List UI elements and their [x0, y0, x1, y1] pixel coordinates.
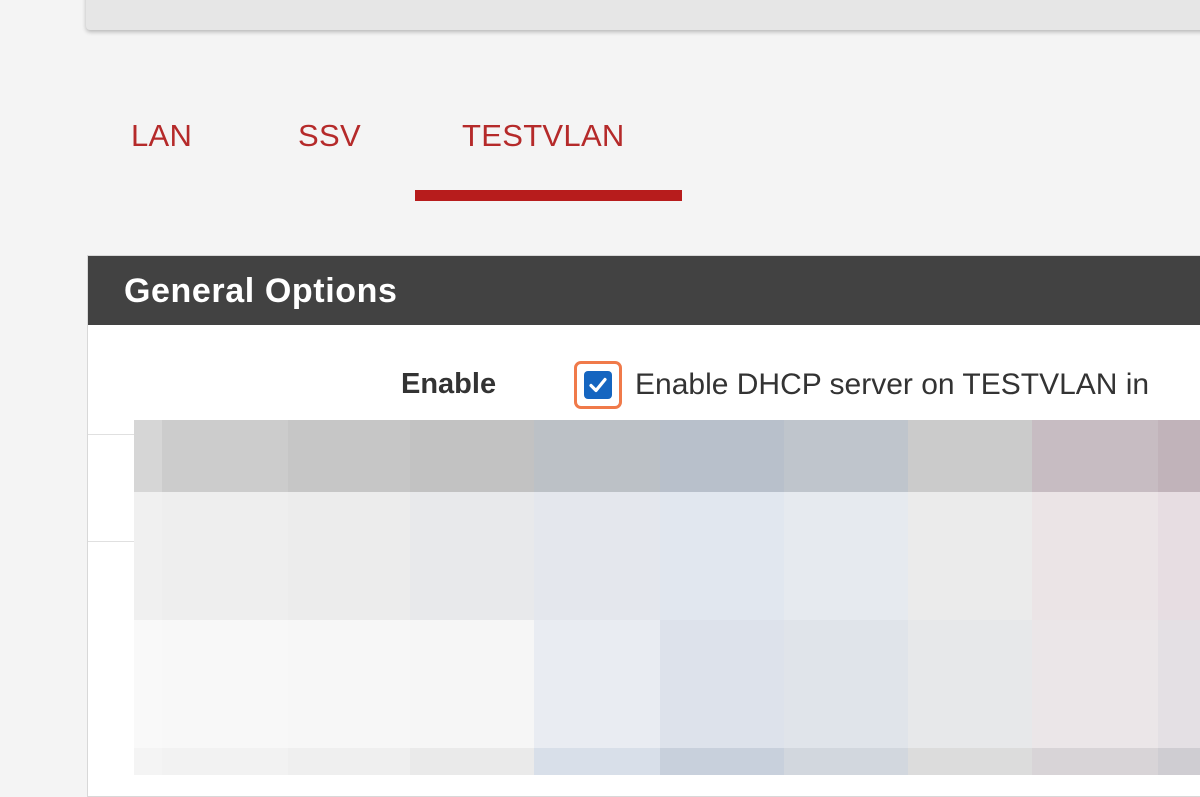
row-divider: [88, 541, 138, 542]
enable-checkbox-highlight: [574, 361, 622, 409]
redacted-block: [1032, 420, 1158, 492]
redacted-block: [134, 492, 162, 620]
redacted-block: [410, 420, 534, 492]
redacted-block: [660, 420, 784, 492]
redacted-block: [1158, 420, 1200, 492]
redacted-block: [162, 620, 288, 748]
redacted-block: [288, 748, 410, 775]
redacted-block: [534, 492, 660, 620]
redacted-block: [410, 748, 534, 775]
redacted-block: [1158, 748, 1200, 775]
interface-tabs: LAN SSV TESTVLAN: [0, 0, 1200, 210]
redacted-block: [1032, 492, 1158, 620]
redacted-block: [534, 748, 660, 775]
redacted-block: [134, 620, 162, 748]
redacted-block: [784, 620, 908, 748]
redacted-area: [134, 420, 1200, 775]
redacted-block: [1032, 620, 1158, 748]
redacted-block: [134, 748, 162, 775]
redacted-block: [908, 420, 1032, 492]
redacted-block: [134, 420, 162, 492]
redacted-block: [288, 420, 410, 492]
redacted-block: [288, 620, 410, 748]
redacted-block: [288, 492, 410, 620]
redacted-block: [534, 620, 660, 748]
panel-heading: General Options: [88, 256, 1200, 325]
tab-testvlan[interactable]: TESTVLAN: [462, 118, 625, 154]
redacted-block: [162, 420, 288, 492]
enable-row: Enable Enable DHCP server on TESTVLAN in: [88, 326, 1200, 435]
redacted-block: [908, 748, 1032, 775]
redacted-block: [660, 620, 784, 748]
redacted-block: [660, 492, 784, 620]
redacted-block: [908, 492, 1032, 620]
redacted-block: [784, 492, 908, 620]
enable-label: Enable: [401, 368, 497, 400]
redacted-block: [534, 420, 660, 492]
redacted-block: [1158, 620, 1200, 748]
enable-checkbox[interactable]: [584, 371, 612, 399]
redacted-block: [162, 748, 288, 775]
redacted-block: [908, 620, 1032, 748]
redacted-block: [410, 620, 534, 748]
redacted-block: [162, 492, 288, 620]
redacted-block: [784, 420, 908, 492]
redacted-block: [784, 748, 908, 775]
redacted-block: [1158, 492, 1200, 620]
active-tab-indicator: [415, 190, 682, 201]
tab-ssv[interactable]: SSV: [298, 118, 361, 154]
checkmark-icon: [589, 377, 607, 393]
enable-help-text: Enable DHCP server on TESTVLAN in: [635, 368, 1150, 401]
redacted-block: [1032, 748, 1158, 775]
redacted-block: [660, 748, 784, 775]
tab-lan[interactable]: LAN: [131, 118, 192, 154]
redacted-block: [410, 492, 534, 620]
panel-title: General Options: [124, 272, 398, 310]
